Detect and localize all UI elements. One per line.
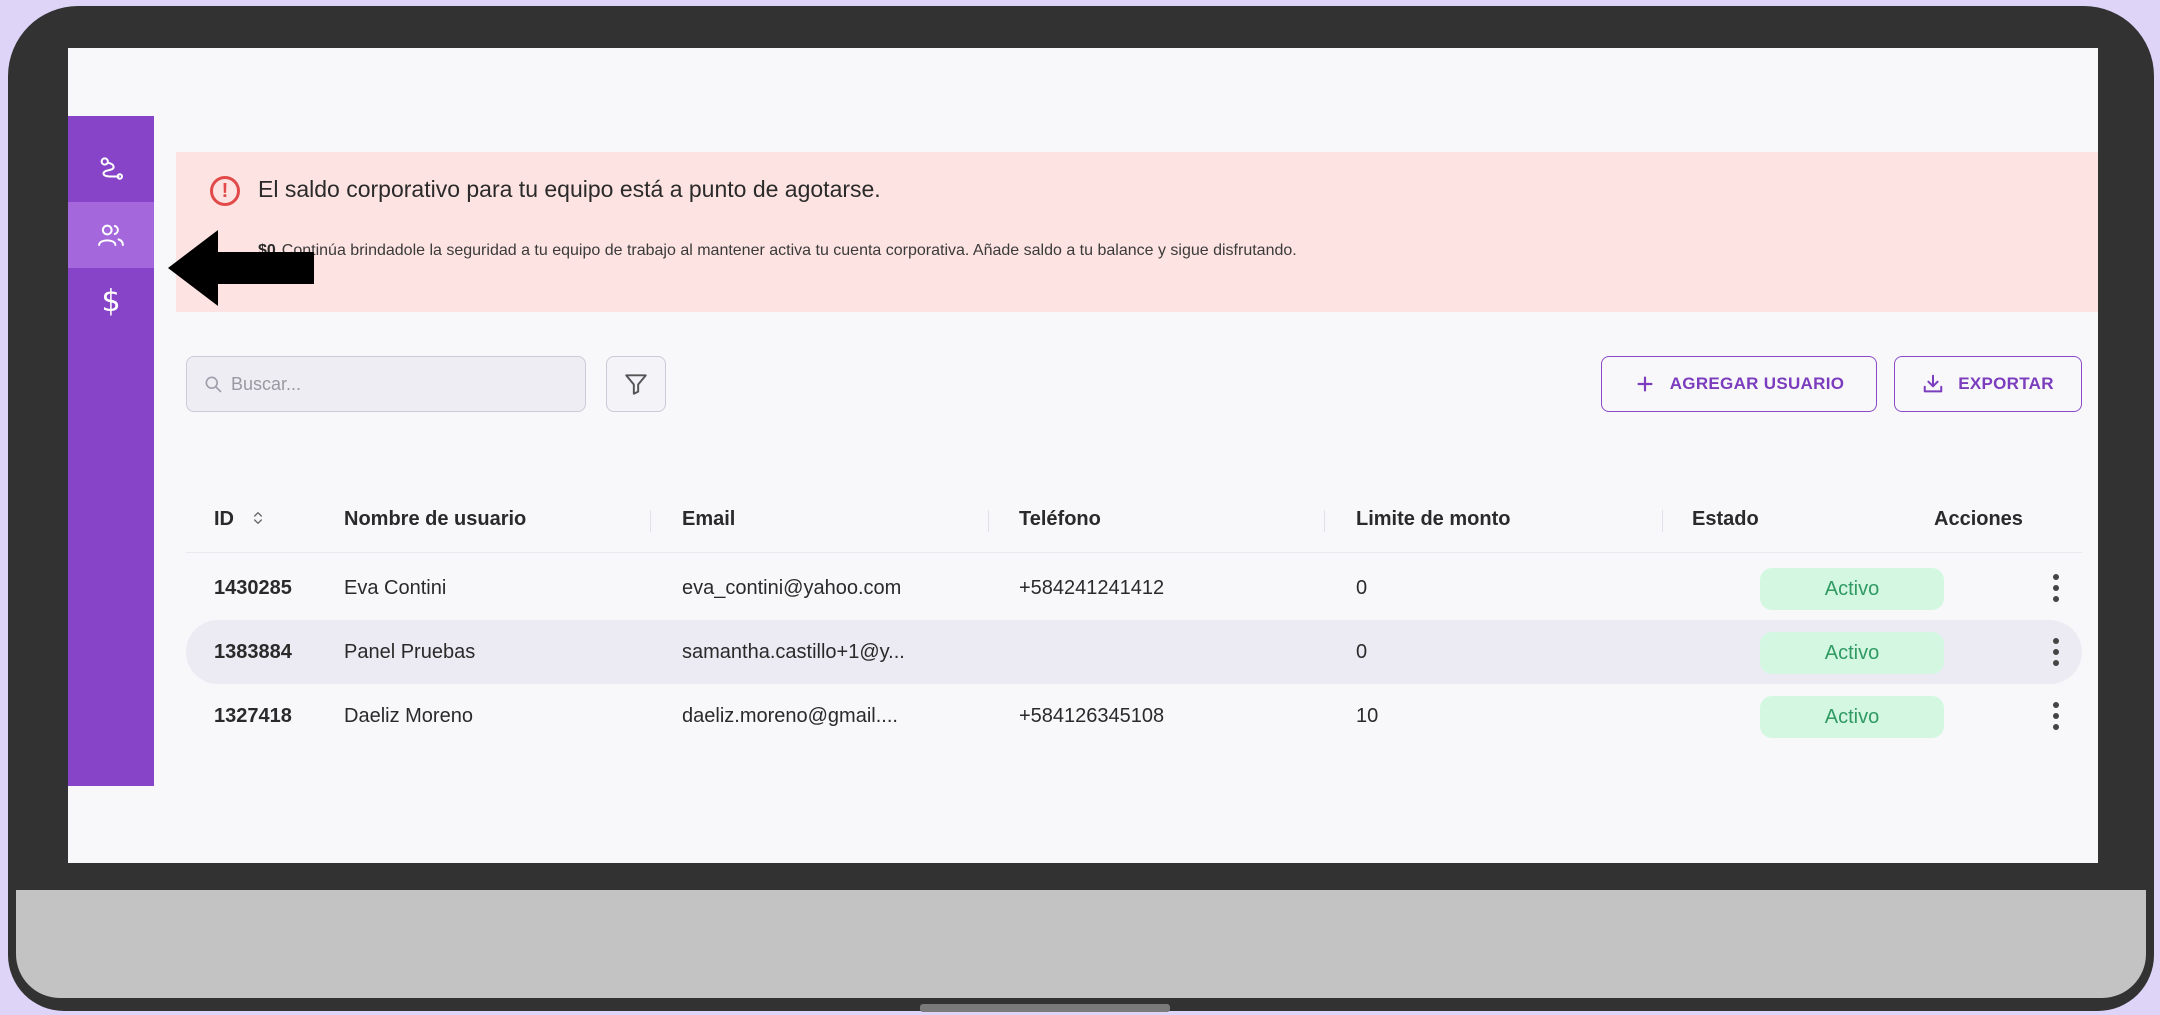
alert-message: $0 Continúa brindadole la seguridad a tu … xyxy=(258,242,1297,260)
column-divider xyxy=(1662,510,1663,532)
cell-phone: +584126345108 xyxy=(1019,705,1165,727)
status-badge: Activo xyxy=(1760,632,1944,674)
cell-id: 1327418 xyxy=(214,705,292,727)
column-header-id[interactable]: ID xyxy=(214,508,266,531)
cell-email: daeliz.moreno@gmail.... xyxy=(682,705,898,727)
cell-email: samantha.castillo+1@y... xyxy=(682,641,905,663)
row-actions-menu-icon[interactable] xyxy=(2046,698,2066,734)
cell-phone: +584241241412 xyxy=(1019,577,1165,599)
cell-email: eva_contini@yahoo.com xyxy=(682,577,902,599)
alert-icon: ! xyxy=(210,176,240,206)
column-divider xyxy=(1324,510,1325,532)
download-icon xyxy=(1923,374,1943,393)
column-divider xyxy=(988,510,989,532)
app-screen: $ ! El saldo corporativo para tu equipo … xyxy=(68,48,2098,863)
table-row[interactable]: 1383884 Panel Pruebas samantha.castillo+… xyxy=(186,620,2082,684)
status-badge: Activo xyxy=(1760,568,1944,610)
pointer-arrow-icon xyxy=(168,230,314,306)
cell-username: Daeliz Moreno xyxy=(344,705,473,727)
add-user-label: AGREGAR USUARIO xyxy=(1669,374,1845,393)
filter-icon xyxy=(625,374,647,395)
export-button[interactable]: EXPORTAR xyxy=(1894,356,2082,412)
column-header-email: Email xyxy=(682,508,736,530)
cell-username: Eva Contini xyxy=(344,577,447,599)
search-input[interactable] xyxy=(231,373,571,395)
dollar-icon: $ xyxy=(101,283,121,319)
row-divider xyxy=(186,552,2082,553)
alert-title: El saldo corporativo para tu equipo está… xyxy=(258,176,881,202)
column-divider xyxy=(650,510,651,532)
low-balance-alert: ! El saldo corporativo para tu equipo es… xyxy=(176,152,2098,312)
monitor-stand-notch xyxy=(920,1004,1170,1012)
cell-amount-limit: 0 xyxy=(1356,577,1368,599)
cell-amount-limit: 10 xyxy=(1356,705,1379,727)
filter-button[interactable] xyxy=(606,356,666,412)
plus-icon xyxy=(1637,376,1653,392)
alert-message-text: Continúa brindadole la seguridad a tu eq… xyxy=(281,242,1297,259)
users-icon xyxy=(98,224,124,246)
search-box xyxy=(186,356,586,412)
column-header-phone: Teléfono xyxy=(1019,508,1101,530)
sidebar: $ xyxy=(68,116,154,786)
column-header-actions: Acciones xyxy=(1934,508,2023,530)
column-header-status: Estado xyxy=(1692,508,1759,530)
export-label: EXPORTAR xyxy=(1958,374,2054,393)
cell-id: 1383884 xyxy=(214,641,292,663)
row-actions-menu-icon[interactable] xyxy=(2046,634,2066,670)
cell-username: Panel Pruebas xyxy=(344,641,476,663)
sidebar-item-users[interactable] xyxy=(68,202,154,268)
sidebar-item-balance[interactable]: $ xyxy=(68,268,154,334)
cell-id: 1430285 xyxy=(214,577,292,599)
sort-icon xyxy=(253,511,262,524)
search-icon xyxy=(205,376,222,393)
table-row[interactable]: 1327418 Daeliz Moreno daeliz.moreno@gmai… xyxy=(186,684,2082,748)
column-header-amount-limit: Limite de monto xyxy=(1356,508,1511,530)
table-row[interactable]: 1430285 Eva Contini eva_contini@yahoo.co… xyxy=(186,556,2082,620)
add-user-button[interactable]: AGREGAR USUARIO xyxy=(1601,356,1877,412)
row-actions-menu-icon[interactable] xyxy=(2046,570,2066,606)
cell-amount-limit: 0 xyxy=(1356,641,1368,663)
route-icon xyxy=(100,157,124,180)
status-badge: Activo xyxy=(1760,696,1944,738)
monitor-chin xyxy=(16,890,2146,998)
sidebar-item-routes[interactable] xyxy=(68,136,154,202)
column-header-username: Nombre de usuario xyxy=(344,508,527,530)
